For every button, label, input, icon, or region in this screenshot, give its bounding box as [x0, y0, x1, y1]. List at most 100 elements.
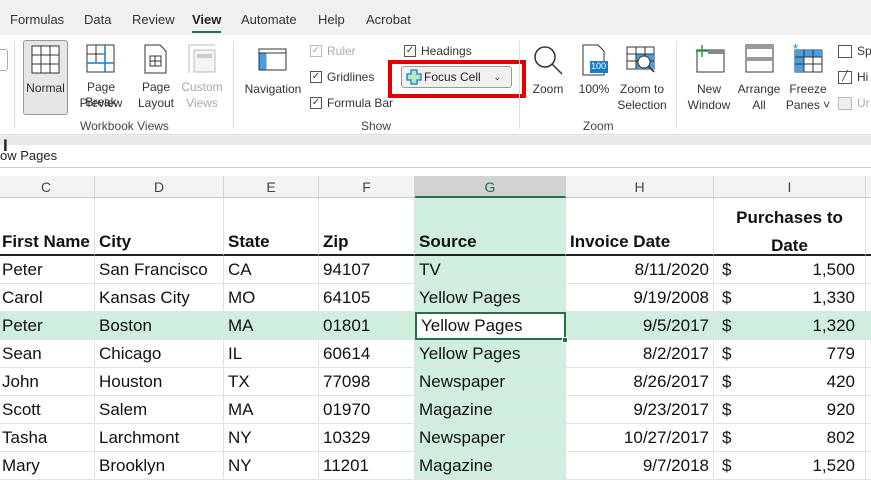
tab-acrobat[interactable]: Acrobat: [366, 12, 411, 27]
cell-partial[interactable]: [866, 396, 871, 424]
cell-first[interactable]: Carol: [0, 284, 95, 312]
cell-date[interactable]: 9/19/2008: [566, 284, 714, 312]
cell-partial[interactable]: [866, 452, 871, 480]
column-header-e[interactable]: E: [224, 176, 319, 198]
cell-city[interactable]: Boston: [95, 312, 224, 340]
gridlines-checkbox[interactable]: ✓ Gridlines: [310, 70, 374, 84]
zoom-to-selection-button[interactable]: Zoom to Selection: [614, 40, 670, 115]
header-cell[interactable]: First Name: [0, 198, 95, 256]
cell-state[interactable]: MO: [224, 284, 319, 312]
tab-data[interactable]: Data: [84, 12, 111, 27]
cell-source[interactable]: Magazine: [415, 396, 566, 424]
arrange-all-button[interactable]: Arrange All: [736, 40, 782, 115]
cell-first[interactable]: Tasha: [0, 424, 95, 452]
tab-automate[interactable]: Automate: [241, 12, 297, 27]
cell-first[interactable]: Peter: [0, 312, 95, 340]
cell-first[interactable]: Sean: [0, 340, 95, 368]
header-cell[interactable]: Source: [415, 198, 566, 256]
cell-zip[interactable]: 10329: [319, 424, 415, 452]
cell-date[interactable]: 9/7/2018: [566, 452, 714, 480]
focus-cell-button[interactable]: Focus Cell ⌄: [401, 66, 512, 88]
zoom-100-button[interactable]: 100 100%: [575, 40, 613, 115]
fill-handle[interactable]: [562, 337, 568, 343]
cell-zip[interactable]: 11201: [319, 452, 415, 480]
cell-purchases[interactable]: $1,330: [714, 284, 866, 312]
cell-first[interactable]: Peter: [0, 256, 95, 284]
cell-source[interactable]: Magazine: [415, 452, 566, 480]
cell-source[interactable]: Newspaper: [415, 424, 566, 452]
cell-date[interactable]: 8/2/2017: [566, 340, 714, 368]
column-header-i[interactable]: I: [714, 176, 866, 198]
headings-checkbox[interactable]: ✓ Headings: [404, 44, 472, 58]
column-header-partial[interactable]: [866, 176, 871, 198]
cell-source[interactable]: Yellow Pages: [415, 284, 566, 312]
cell-state[interactable]: CA: [224, 256, 319, 284]
cell-city[interactable]: Salem: [95, 396, 224, 424]
freeze-panes-button[interactable]: * Freeze Panes ˅: [785, 40, 831, 115]
cell-partial[interactable]: [866, 368, 871, 396]
page-break-preview-button[interactable]: Page Break Preview: [71, 40, 131, 115]
header-cell[interactable]: Zip: [319, 198, 415, 256]
cell-first[interactable]: John: [0, 368, 95, 396]
cell-partial[interactable]: [866, 424, 871, 452]
cell-purchases[interactable]: $920: [714, 396, 866, 424]
cell-zip[interactable]: 60614: [319, 340, 415, 368]
navigation-button[interactable]: Navigation: [242, 40, 304, 115]
active-cell[interactable]: Yellow Pages: [415, 312, 566, 340]
cell-city[interactable]: Chicago: [95, 340, 224, 368]
page-layout-button[interactable]: Page Layout: [134, 40, 178, 115]
column-header-g[interactable]: G: [415, 176, 566, 198]
cell-source[interactable]: TV: [415, 256, 566, 284]
header-cell-purchases[interactable]: Purchases to Date: [714, 198, 866, 256]
header-cell[interactable]: City: [95, 198, 224, 256]
hide-button[interactable]: ╱ Hi: [838, 70, 868, 84]
header-cell[interactable]: State: [224, 198, 319, 256]
column-header-f[interactable]: F: [319, 176, 415, 198]
cell-zip[interactable]: 94107: [319, 256, 415, 284]
cell-partial[interactable]: [866, 312, 871, 340]
cell-purchases[interactable]: $802: [714, 424, 866, 452]
cell-purchases[interactable]: $779: [714, 340, 866, 368]
cell-partial[interactable]: [866, 256, 871, 284]
cell-date[interactable]: 9/5/2017: [566, 312, 714, 340]
tab-formulas[interactable]: Formulas: [10, 12, 64, 27]
cell-zip[interactable]: 01970: [319, 396, 415, 424]
cell-purchases[interactable]: $420: [714, 368, 866, 396]
cell-date[interactable]: 8/11/2020: [566, 256, 714, 284]
cell-date[interactable]: 10/27/2017: [566, 424, 714, 452]
cell-city[interactable]: Houston: [95, 368, 224, 396]
formula-bar-checkbox[interactable]: ✓ Formula Bar: [310, 96, 393, 110]
formula-bar[interactable]: ow Pages: [0, 145, 871, 168]
cell-city[interactable]: Brooklyn: [95, 452, 224, 480]
cell-state[interactable]: IL: [224, 340, 319, 368]
cell-zip[interactable]: 64105: [319, 284, 415, 312]
tab-help[interactable]: Help: [318, 12, 345, 27]
cell-state[interactable]: NY: [224, 452, 319, 480]
cell-city[interactable]: San Francisco: [95, 256, 224, 284]
new-window-button[interactable]: New Window: [684, 40, 734, 115]
tab-view[interactable]: View: [192, 12, 222, 33]
tab-review[interactable]: Review: [132, 12, 175, 27]
cell-state[interactable]: MA: [224, 312, 319, 340]
cell-partial[interactable]: [866, 284, 871, 312]
cell-date[interactable]: 8/26/2017: [566, 368, 714, 396]
cell-city[interactable]: Kansas City: [95, 284, 224, 312]
header-cell-partial[interactable]: [866, 198, 871, 256]
cell-date[interactable]: 9/23/2017: [566, 396, 714, 424]
cell-first[interactable]: Mary: [0, 452, 95, 480]
header-cell[interactable]: Invoice Date: [566, 198, 714, 256]
cell-first[interactable]: Scott: [0, 396, 95, 424]
cell-source[interactable]: Yellow Pages: [415, 340, 566, 368]
cell-state[interactable]: NY: [224, 424, 319, 452]
partial-control[interactable]: [0, 49, 8, 71]
cell-zip[interactable]: 01801: [319, 312, 415, 340]
cell-source[interactable]: Newspaper: [415, 368, 566, 396]
cell-purchases[interactable]: $1,520: [714, 452, 866, 480]
column-header-d[interactable]: D: [95, 176, 224, 198]
column-header-h[interactable]: H: [566, 176, 714, 198]
cell-state[interactable]: MA: [224, 396, 319, 424]
cell-zip[interactable]: 77098: [319, 368, 415, 396]
normal-view-button[interactable]: Normal: [23, 40, 68, 115]
split-button[interactable]: Sp: [838, 44, 871, 58]
column-header-c[interactable]: C: [0, 176, 95, 198]
